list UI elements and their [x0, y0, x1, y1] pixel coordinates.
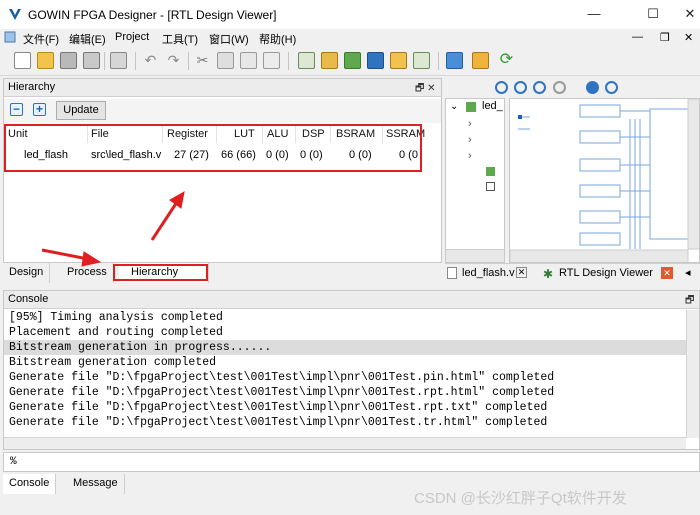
annotation-arrow: [41, 248, 89, 261]
annotation-arrow-head: [81, 251, 102, 267]
annotation-arrows: [41, 191, 185, 267]
annotation-arrow-head: [169, 191, 185, 209]
annotation-arrow: [150, 201, 179, 241]
